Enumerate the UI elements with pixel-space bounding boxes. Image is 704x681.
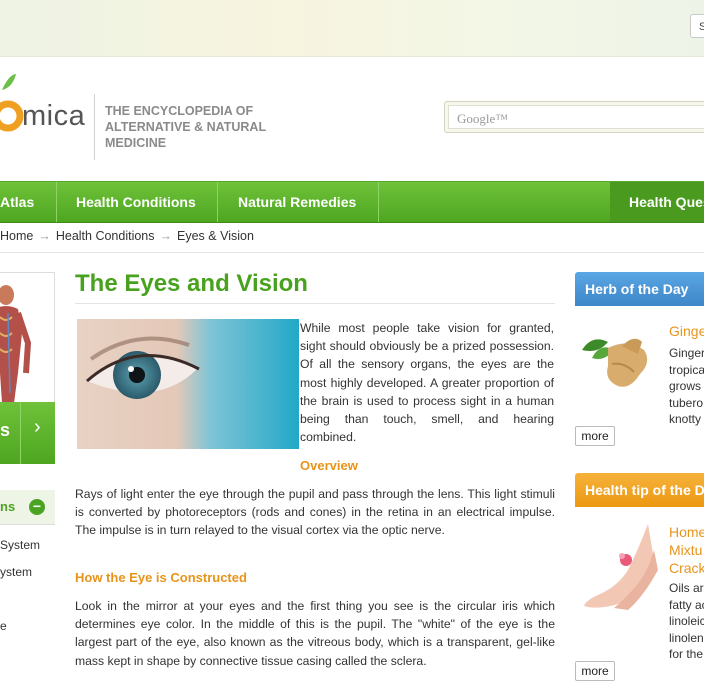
search-box: Google™ — [444, 101, 704, 133]
top-right-button[interactable]: S — [690, 14, 704, 38]
tip-title-line: Mixtu — [669, 542, 703, 558]
herb-description: Ginger tropica grows tubero knotty — [669, 345, 704, 428]
nav-divider — [56, 182, 57, 222]
breadcrumb-arrow-icon: → — [159, 229, 173, 243]
collapse-minus-icon[interactable]: − — [29, 499, 45, 515]
breadcrumb-health-conditions[interactable]: Health Conditions — [56, 229, 155, 243]
tagline-line-2: ALTERNATIVE & NATURAL — [105, 120, 267, 134]
nav-divider — [378, 182, 379, 222]
construct-paragraph: Look in the mirror at your eyes and the … — [75, 599, 555, 668]
breadcrumb-arrow-icon: → — [38, 229, 51, 243]
herb-more-button[interactable]: more — [575, 426, 615, 446]
tagline-line-1: THE ENCYCLOPEDIA OF — [105, 104, 254, 118]
banner-text: s — [0, 420, 11, 440]
chevron-right-icon[interactable]: › — [34, 416, 41, 439]
tip-title-line: Crack — [669, 560, 704, 576]
eye-photo — [77, 319, 299, 449]
tagline-line-3: MEDICINE — [105, 136, 167, 150]
breadcrumb-home[interactable]: Home — [0, 229, 33, 243]
nav-item-natural-remedies[interactable]: Natural Remedies — [238, 182, 356, 222]
construct-heading: How the Eye is Constructed — [75, 570, 247, 585]
systems-heading-label: ns — [0, 499, 16, 514]
logo-text[interactable]: mica — [22, 100, 85, 133]
tip-line: Oils ar — [669, 581, 704, 595]
overview-paragraph: Rays of light enter the eye through the … — [75, 487, 555, 538]
site-tagline: THE ENCYCLOPEDIA OF ALTERNATIVE & NATURA… — [105, 103, 305, 151]
overview-heading: Overview — [300, 458, 358, 473]
logo-divider — [94, 94, 95, 160]
breadcrumb-current: Eyes & Vision — [177, 229, 254, 243]
tip-line: linolen — [669, 630, 704, 645]
article-intro: While most people take vision for grante… — [300, 321, 554, 445]
title-divider — [75, 303, 555, 304]
health-tip-heading: Health tip of the D — [575, 473, 704, 507]
nav-item-health-questions[interactable]: Health Ques — [629, 182, 704, 222]
main-nav: Atlas Health Conditions Natural Remedies… — [0, 181, 704, 223]
anatomy-figure-icon — [0, 273, 54, 403]
herb-of-the-day-heading: Herb of the Day — [575, 272, 704, 306]
herb-title[interactable]: Ginge — [669, 323, 704, 339]
herb-line: grows — [669, 379, 702, 393]
tip-line: fatty ac — [669, 597, 704, 612]
herb-line: tubero — [669, 395, 704, 410]
tip-line: for the — [669, 647, 704, 661]
top-banner — [0, 0, 704, 57]
page-title: The Eyes and Vision — [75, 270, 308, 297]
breadcrumb: Home → Health Conditions → Eyes & Vision — [0, 229, 254, 243]
body-systems-banner[interactable]: s › — [0, 402, 55, 464]
nav-item-health-conditions[interactable]: Health Conditions — [76, 182, 196, 222]
nav-item-atlas[interactable]: Atlas — [0, 182, 34, 222]
sidebar-system-item[interactable]: e — [0, 619, 7, 633]
tip-title-line: Home — [669, 524, 704, 540]
search-input[interactable]: Google™ — [448, 105, 704, 129]
banner-divider — [20, 402, 21, 464]
tip-line: linoleic — [669, 614, 704, 628]
feet-photo — [578, 520, 660, 612]
tip-description: Oils ar fatty ac linoleic linolen for th… — [669, 580, 704, 663]
ginger-root-photo — [582, 338, 648, 387]
sidebar-system-item[interactable]: System — [0, 538, 40, 552]
sidebar-system-item[interactable]: ystem — [0, 565, 32, 579]
herb-line: tropica — [669, 362, 704, 377]
tip-more-button[interactable]: more — [575, 661, 615, 681]
herb-line: knotty — [669, 412, 702, 426]
tip-title[interactable]: Home Mixtu Crack — [669, 523, 704, 577]
breadcrumb-divider — [0, 252, 704, 253]
herb-line: Ginger — [669, 346, 704, 360]
systems-heading[interactable]: ns − — [0, 490, 55, 525]
nav-divider — [217, 182, 218, 222]
